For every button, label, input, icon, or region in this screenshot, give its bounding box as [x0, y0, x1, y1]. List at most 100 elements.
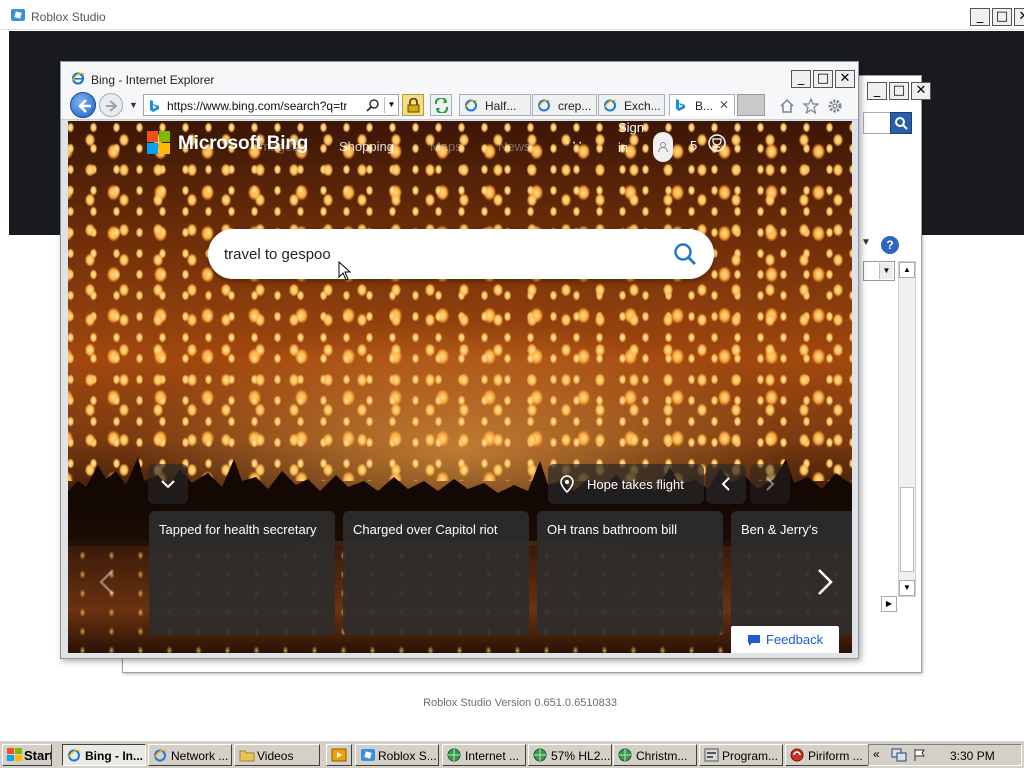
recent-pages-dropdown[interactable]: ▼: [129, 100, 138, 110]
taskbar-item-label: Program...: [722, 749, 779, 763]
ie-logo-icon: [603, 99, 617, 112]
chevron-down-icon: [161, 480, 175, 489]
dialog-search-button[interactable]: [890, 112, 912, 134]
taskbar-item-label: Network ...: [171, 749, 229, 763]
image-of-the-day-title[interactable]: Hope takes flight: [548, 464, 704, 504]
network-icon[interactable]: [891, 748, 907, 762]
next-image-button[interactable]: [750, 464, 790, 504]
taskbar-item-download[interactable]: 57% HL2...: [528, 744, 612, 766]
home-icon[interactable]: [779, 98, 795, 114]
taskbar-item-label: 57% HL2...: [551, 749, 611, 763]
ie-window-controls: _ □ ✕: [791, 70, 855, 88]
taskbar-item-roblox-studio[interactable]: Roblox S...: [355, 744, 439, 766]
minimize-button[interactable]: _: [970, 8, 990, 26]
background-image-lanterns: [68, 121, 852, 481]
back-button[interactable]: [70, 92, 96, 118]
scroll-thumb[interactable]: [900, 487, 914, 572]
news-headline: OH trans bathroom bill: [547, 522, 678, 537]
chevron-down-icon[interactable]: ▼: [861, 237, 871, 248]
nav-maps[interactable]: Maps: [430, 139, 462, 154]
taskbar-item-internet[interactable]: Internet ...: [442, 744, 526, 766]
start-label: Start: [24, 748, 52, 763]
bing-search-box[interactable]: travel to gespoo: [208, 229, 714, 279]
internet-explorer-window: Bing - Internet Explorer _ □ ✕ ▼ https:/…: [60, 61, 859, 659]
news-collapse-button[interactable]: [148, 464, 188, 504]
rewards-points[interactable]: 5: [690, 138, 697, 153]
tab-crep[interactable]: crep...: [532, 94, 597, 116]
rewards-trophy-icon[interactable]: [707, 133, 727, 153]
search-icon[interactable]: [366, 98, 380, 112]
user-avatar-button[interactable]: [653, 132, 673, 162]
news-card[interactable]: Tapped for health secretary: [149, 511, 335, 635]
taskbar-item-videos[interactable]: Videos: [234, 744, 320, 766]
taskbar-item-media[interactable]: [326, 744, 352, 766]
scroll-down-button[interactable]: ▼: [899, 580, 915, 596]
feedback-label: Feedback: [766, 632, 824, 647]
nav-news[interactable]: News: [498, 139, 531, 154]
taskbar-item-label: Videos: [257, 749, 294, 763]
dialog-scrollbar[interactable]: ▲ ▼: [898, 261, 916, 597]
scroll-up-button[interactable]: ▲: [899, 262, 915, 278]
chevron-left-icon: [721, 477, 730, 491]
close-button[interactable]: ✕: [1014, 8, 1024, 26]
taskbar-item-label: Piriform ...: [808, 749, 863, 763]
taskbar-item-piriform[interactable]: Piriform ...: [785, 744, 869, 766]
chevron-right-icon[interactable]: [816, 568, 834, 596]
address-bar[interactable]: https://www.bing.com/search?q=trav ▼: [143, 94, 399, 116]
tab-half[interactable]: Half...: [459, 94, 531, 116]
address-url[interactable]: https://www.bing.com/search?q=trav: [167, 99, 347, 113]
scroll-right-button[interactable]: ▶: [881, 596, 897, 612]
studio-version-label: Roblox Studio Version 0.651.0.6510833: [423, 697, 617, 709]
dialog-dropdown[interactable]: ▼: [863, 261, 895, 281]
address-dropdown-button[interactable]: ▼: [384, 97, 398, 113]
taskbar-clock[interactable]: 3:30 PM: [950, 749, 995, 763]
windows-flag-icon: [7, 748, 22, 761]
tab-exch[interactable]: Exch...: [598, 94, 665, 116]
forward-button[interactable]: [99, 93, 123, 117]
security-lock-button[interactable]: [402, 94, 424, 116]
favorites-star-icon[interactable]: [803, 98, 819, 114]
search-query-text[interactable]: travel to gespoo: [224, 246, 331, 263]
microsoft-logo-icon[interactable]: [147, 131, 171, 155]
feedback-button[interactable]: Feedback: [731, 626, 839, 653]
ie-maximize-button[interactable]: □: [813, 70, 833, 88]
nav-shopping[interactable]: Shopping: [339, 139, 394, 154]
flag-icon[interactable]: [913, 748, 927, 762]
dialog-maximize-button[interactable]: □: [889, 82, 909, 100]
taskbar-item-bing[interactable]: Bing - In...: [62, 744, 146, 766]
news-card[interactable]: OH trans bathroom bill: [537, 511, 723, 635]
refresh-button[interactable]: [430, 94, 452, 116]
search-icon: [895, 117, 908, 130]
news-card[interactable]: Charged over Capitol riot: [343, 511, 529, 635]
windows-taskbar: Start Bing - In... Network ... Videos Ro…: [0, 740, 1024, 768]
taskbar-item-programs[interactable]: Program...: [699, 744, 783, 766]
tray-expand-button[interactable]: «: [873, 747, 880, 761]
taskbar-item-christmas[interactable]: Christm...: [613, 744, 697, 766]
chevron-left-icon[interactable]: [98, 568, 116, 596]
dialog-minimize-button[interactable]: _: [867, 82, 887, 100]
taskbar-item-label: Christm...: [636, 749, 688, 763]
dialog-close-button[interactable]: ✕: [911, 82, 931, 100]
globe-icon: [447, 748, 461, 762]
piriform-icon: [790, 748, 804, 762]
refresh-icon: [434, 98, 449, 113]
start-button[interactable]: Start: [2, 744, 52, 766]
sign-in-link[interactable]: Sign in: [618, 121, 650, 158]
studio-titlebar: Roblox Studio _ □ ✕: [0, 0, 1024, 30]
previous-image-button[interactable]: [706, 464, 746, 504]
search-icon[interactable]: [672, 241, 698, 267]
taskbar-item-network[interactable]: Network ...: [148, 744, 232, 766]
help-button[interactable]: ?: [881, 236, 899, 254]
settings-gear-icon[interactable]: [827, 98, 843, 114]
nav-images[interactable]: Images: [256, 139, 299, 154]
tab-label: B...: [695, 99, 714, 113]
ie-close-button[interactable]: ✕: [835, 70, 855, 88]
rewards-indicator: .: [711, 121, 715, 133]
nav-more-button[interactable]: ···: [565, 134, 584, 152]
tab-close-button[interactable]: ✕: [719, 98, 729, 112]
ie-minimize-button[interactable]: _: [791, 70, 811, 88]
new-tab-button[interactable]: [737, 94, 765, 116]
tab-bing-active[interactable]: B... ✕: [669, 94, 735, 116]
maximize-button[interactable]: □: [992, 8, 1012, 26]
dialog-window-controls: _ □ ✕: [867, 82, 931, 100]
